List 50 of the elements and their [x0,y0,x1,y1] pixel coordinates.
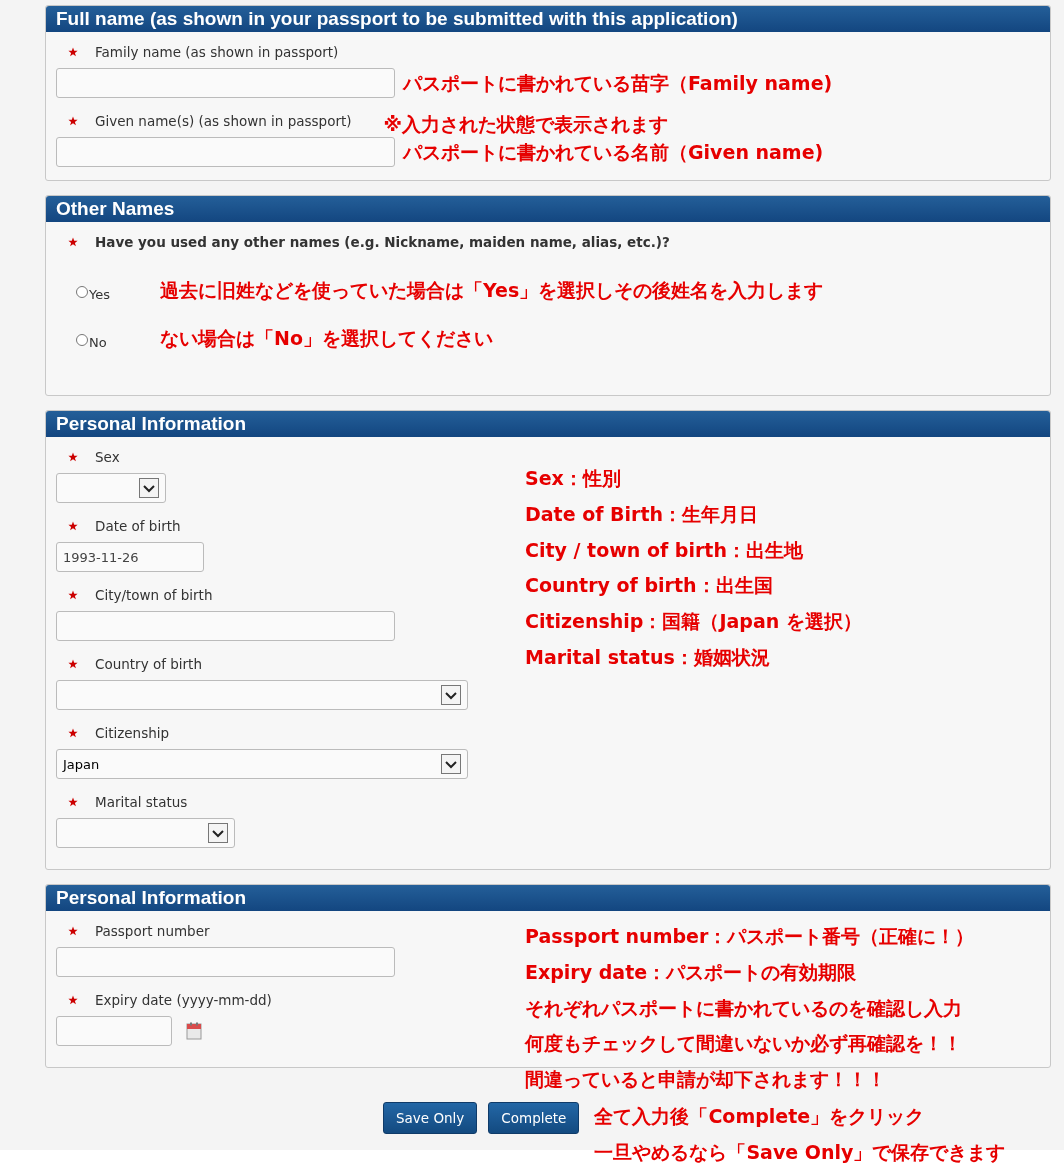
field-label: Country of birth [95,656,202,672]
field-label: Given name(s) (as shown in passport) [95,113,352,129]
action-button[interactable]: Complete [488,1102,580,1134]
annotation-text: Marital status：婚姻状況 [525,646,771,669]
annotation-text: 一旦やめるなら「Save Only」で保存できます [594,1140,1006,1164]
input-field[interactable] [56,68,395,98]
dropdown-field[interactable]: Japan [56,749,468,779]
field-label: Have you used any other names (e.g. Nickname, maiden name, alias, etc.)? [95,234,670,250]
action-button[interactable]: Save Only [383,1102,478,1134]
field-label: Citizenship [95,725,170,741]
annotation-text: パスポートに書かれている苗字（Family name) [403,71,833,95]
radio-button[interactable] [76,333,88,346]
annotation-text: Citizenship：国籍（Japan を選択） [525,610,862,633]
input-field[interactable] [56,137,395,167]
annotation-text: 間違っていると申請が却下されます！！！ [525,1068,887,1091]
panel-title: Personal Information [46,411,1050,437]
field-label: Family name (as shown in passport) [95,44,339,60]
input-field[interactable] [56,611,395,641]
field-label: Passport number [95,923,210,939]
annotation-text: ない場合は「No」を選択してください [160,326,493,350]
annotation-text: Expiry date：パスポートの有効期限 [525,960,858,984]
annotation-text: Date of Birth：生年月日 [525,502,760,526]
dropdown-field[interactable] [56,680,468,710]
field-label: Sex [95,449,120,465]
annotation-text: それぞれパスポートに書かれているのを確認し入力 [525,996,963,1020]
annotation-text: City / town of birth：出生地 [525,538,804,562]
annotation-text: 全て入力後「Complete」をクリック [594,1105,926,1128]
calendar-icon[interactable] [186,1022,202,1040]
dropdown-field[interactable] [56,473,166,503]
input-field[interactable]: 1993-11-26 [56,542,204,572]
panel-title: Other Names [46,196,1050,222]
field-label: Date of birth [95,518,181,534]
radio-label: Yes [89,286,110,302]
annotation-text: パスポートに書かれている名前（Given name) [403,140,824,164]
annotation-text: Country of birth：出生国 [525,574,774,598]
dropdown-field[interactable] [56,818,235,848]
annotation-text: 何度もチェックして間違いないか必ず再確認を！！ [525,1032,963,1056]
field-label: Marital status [95,794,188,810]
annotation-text: 過去に旧姓などを使っていた場合は「Yes」を選択しその後姓名を入力します [160,278,824,302]
annotation-text: ※入力された状態で表示されます [383,112,669,136]
field-label: City/town of birth [95,587,213,603]
radio-button[interactable] [76,285,88,298]
panel-title: Personal Information [46,885,1050,911]
panel-title: Full name (as shown in your passport to be submitted with this application) [46,6,1050,32]
annotation-text: Sex：性別 [525,467,622,490]
radio-label: No [89,334,107,350]
annotation-text: Passport number：パスポート番号（正確に！） [525,925,975,948]
field-label: Expiry date (yyyy-mm-dd) [95,992,272,1008]
input-field[interactable] [56,1016,172,1046]
input-field[interactable] [56,947,395,977]
